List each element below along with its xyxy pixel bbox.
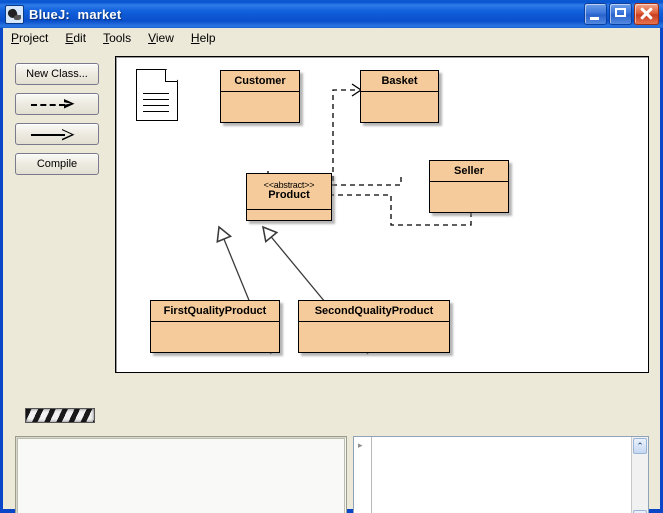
- code-pad-prompt-icon: ▸: [358, 440, 363, 450]
- object-bench[interactable]: [15, 436, 347, 513]
- new-class-button[interactable]: New Class...: [15, 63, 99, 85]
- class-name-firstqualityproduct: FirstQualityProduct: [151, 301, 279, 322]
- menu-view[interactable]: View: [148, 30, 185, 46]
- class-box-customer[interactable]: Customer: [220, 70, 300, 123]
- class-diagram-panel[interactable]: Customer Basket Seller <<abstract>> Prod…: [115, 56, 649, 373]
- compile-button[interactable]: Compile: [15, 153, 99, 175]
- class-box-seller[interactable]: Seller: [429, 160, 509, 213]
- code-pad-gutter: ▸: [354, 437, 372, 513]
- class-name-basket: Basket: [361, 71, 438, 92]
- main-content: New Class... Compile Customer Basket Sel…: [3, 50, 660, 513]
- code-pad-input[interactable]: [372, 437, 631, 513]
- class-box-basket[interactable]: Basket: [360, 70, 439, 123]
- class-diagram-canvas[interactable]: Customer Basket Seller <<abstract>> Prod…: [116, 57, 648, 372]
- menu-bar: Project Edit Tools View Help: [3, 28, 660, 48]
- class-box-product[interactable]: <<abstract>> Product: [246, 173, 332, 221]
- window-title: BlueJ: market: [29, 6, 122, 22]
- window-body: Project Edit Tools View Help New Class..…: [3, 28, 660, 513]
- class-body: [221, 92, 299, 122]
- class-body: [430, 182, 508, 212]
- readme-document-icon[interactable]: [136, 69, 178, 121]
- class-name-customer: Customer: [221, 71, 299, 92]
- class-body: [299, 322, 449, 352]
- menu-project[interactable]: Project: [11, 30, 59, 46]
- solid-arrow-button[interactable]: [15, 123, 99, 145]
- class-box-secondqualityproduct[interactable]: SecondQualityProduct: [298, 300, 450, 353]
- code-pad[interactable]: ▸ ⌃ ⌄: [353, 436, 649, 513]
- solid-arrow-icon: [31, 129, 83, 140]
- dashed-arrow-button[interactable]: [15, 93, 99, 115]
- menu-edit[interactable]: Edit: [65, 30, 97, 46]
- class-name-product: Product: [268, 189, 310, 202]
- class-body: [151, 322, 279, 352]
- object-bench-area[interactable]: [17, 438, 345, 513]
- class-body: [247, 210, 331, 220]
- menu-help[interactable]: Help: [191, 30, 227, 46]
- class-box-firstqualityproduct[interactable]: FirstQualityProduct: [150, 300, 280, 353]
- virtual-machine-activity-indicator: [25, 408, 95, 423]
- bluej-icon: [5, 4, 24, 24]
- window-controls: [584, 3, 659, 25]
- bluej-main-window: BlueJ: market Project Edit Tools View He…: [0, 0, 663, 513]
- class-name-seller: Seller: [430, 161, 508, 182]
- title-bar: BlueJ: market: [0, 0, 663, 28]
- minimize-button[interactable]: [584, 3, 607, 25]
- class-header-product: <<abstract>> Product: [247, 174, 331, 210]
- code-pad-scrollbar[interactable]: ⌃ ⌄: [631, 437, 648, 513]
- class-toolbar: New Class... Compile: [15, 63, 107, 183]
- maximize-button[interactable]: [609, 3, 632, 25]
- dashed-arrow-icon: [31, 99, 83, 110]
- scroll-up-button[interactable]: ⌃: [633, 438, 647, 454]
- class-name-secondqualityproduct: SecondQualityProduct: [299, 301, 449, 322]
- menu-tools[interactable]: Tools: [103, 30, 142, 46]
- close-button[interactable]: [634, 3, 659, 25]
- class-body: [361, 92, 438, 122]
